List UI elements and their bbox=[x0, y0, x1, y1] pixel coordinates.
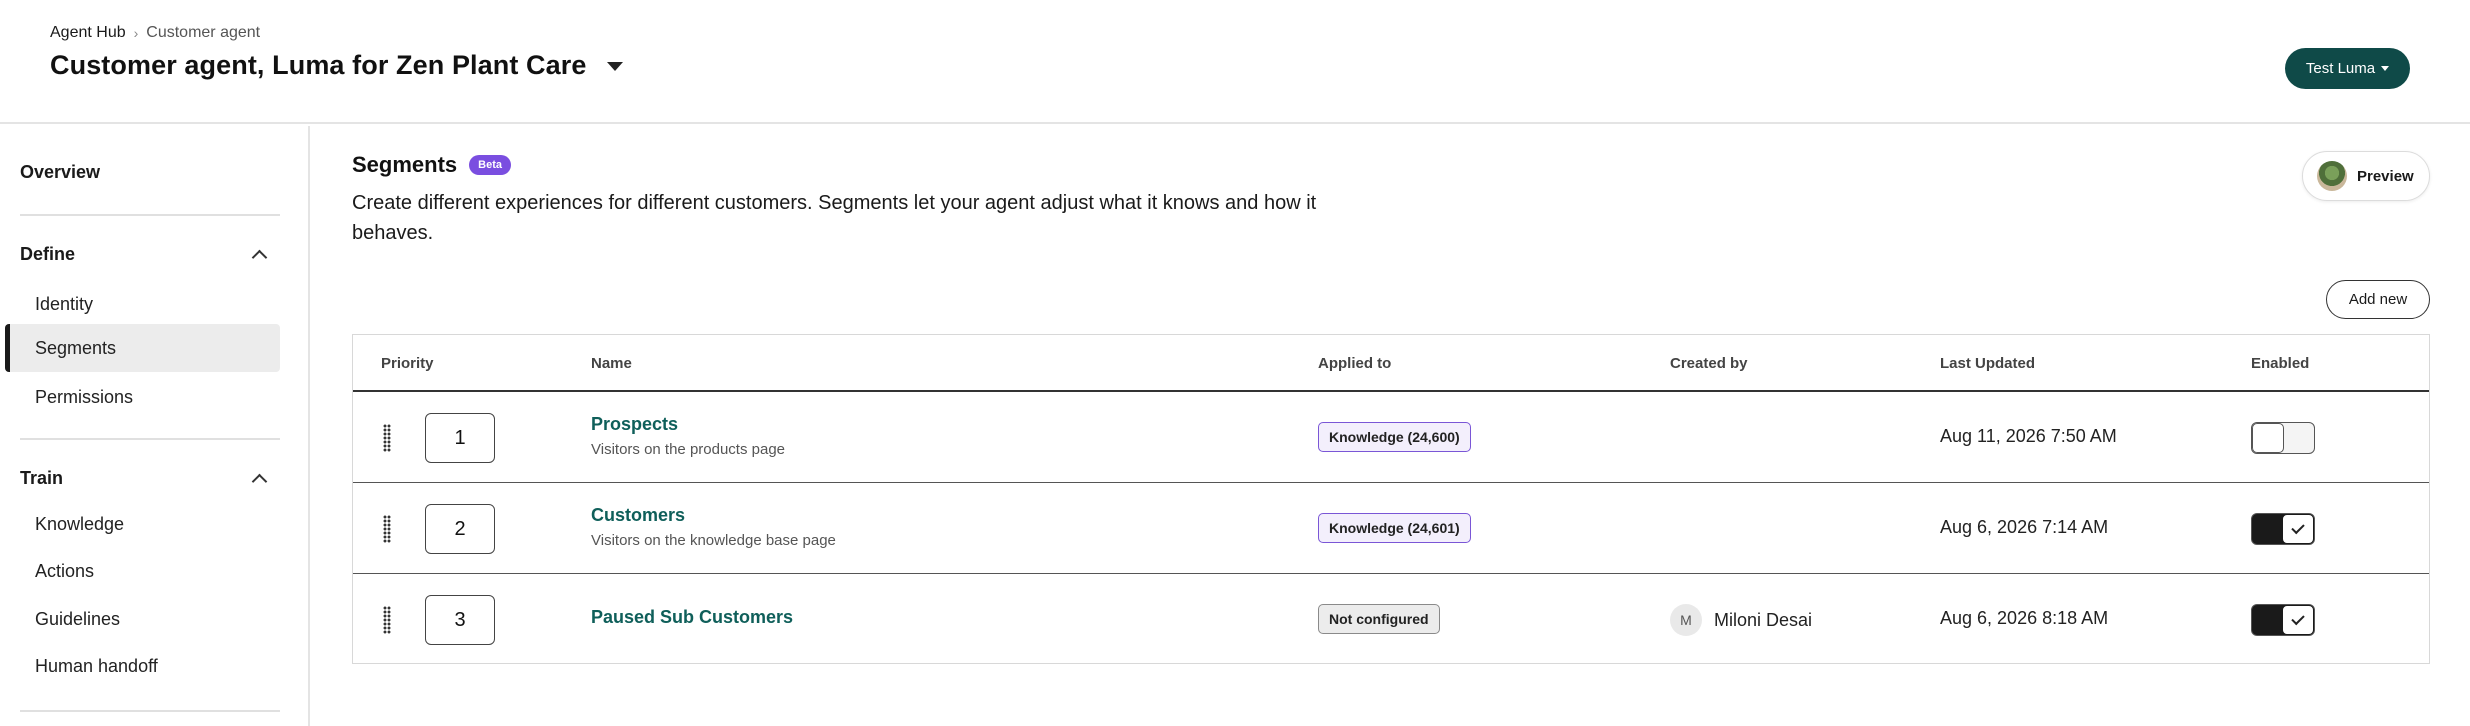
column-header-name: Name bbox=[591, 355, 632, 372]
test-agent-label: Test Luma bbox=[2305, 60, 2376, 77]
sidebar-divider bbox=[20, 438, 280, 440]
applied-to-chip: Not configured bbox=[1318, 604, 1440, 634]
check-icon bbox=[2291, 611, 2305, 626]
creator-name: Miloni Desai bbox=[1714, 609, 1813, 630]
segments-table: Priority Name Applied to Created by Last… bbox=[352, 334, 2430, 664]
sidebar-item-label: Actions bbox=[35, 560, 95, 581]
segment-subtitle: Visitors on the knowledge base page bbox=[591, 532, 836, 549]
sidebar-divider bbox=[20, 710, 280, 712]
segment-name-link[interactable]: Prospects bbox=[591, 414, 678, 435]
beta-badge: Beta bbox=[469, 155, 511, 175]
breadcrumb-separator: › bbox=[133, 25, 139, 41]
drag-handle-icon[interactable] bbox=[383, 606, 391, 634]
table-row: 3 Paused Sub Customers Not configured M … bbox=[353, 574, 2429, 665]
priority-input[interactable]: 2 bbox=[425, 504, 495, 554]
sidebar-item-human-handoff[interactable]: Human handoff bbox=[5, 642, 280, 690]
priority-input[interactable]: 3 bbox=[425, 595, 495, 645]
column-header-priority: Priority bbox=[381, 355, 434, 372]
sidebar-item-label: Human handoff bbox=[35, 655, 158, 676]
column-header-enabled: Enabled bbox=[2251, 355, 2310, 372]
created-by: M Miloni Desai bbox=[1670, 604, 1812, 636]
top-header: Agent Hub › Customer agent Customer agen… bbox=[0, 0, 2470, 124]
applied-to-chip: Knowledge (24,601) bbox=[1318, 513, 1471, 543]
column-header-last-updated: Last Updated bbox=[1940, 355, 2036, 372]
breadcrumb-agent-hub[interactable]: Agent Hub bbox=[50, 24, 126, 42]
avatar: M bbox=[1670, 604, 1702, 636]
segment-name-link[interactable]: Paused Sub Customers bbox=[591, 607, 793, 628]
preview-label: Preview bbox=[2357, 167, 2414, 185]
last-updated: Aug 11, 2026 7:50 AM bbox=[1940, 426, 2117, 446]
segment-subtitle: Visitors on the products page bbox=[591, 441, 786, 458]
sidebar-item-identity[interactable]: Identity bbox=[5, 280, 280, 328]
toggle-knob bbox=[2252, 423, 2284, 453]
chevron-up-icon bbox=[251, 473, 268, 490]
applied-to-chip: Knowledge (24,600) bbox=[1318, 422, 1471, 452]
segments-heading: Segments Beta bbox=[352, 152, 511, 178]
sidebar-section-label: Define bbox=[20, 244, 76, 264]
enabled-toggle[interactable] bbox=[2251, 422, 2315, 454]
check-icon bbox=[2291, 520, 2305, 535]
sidebar-item-segments[interactable]: Segments bbox=[5, 324, 280, 372]
enabled-toggle[interactable] bbox=[2251, 604, 2315, 636]
sidebar-item-permissions[interactable]: Permissions bbox=[5, 373, 280, 421]
enabled-toggle[interactable] bbox=[2251, 513, 2315, 545]
priority-input[interactable]: 1 bbox=[425, 413, 495, 463]
sidebar-divider bbox=[20, 214, 280, 216]
sidebar-section-label: Train bbox=[20, 468, 64, 488]
toggle-knob bbox=[2282, 514, 2314, 544]
sidebar-item-guidelines[interactable]: Guidelines bbox=[5, 595, 280, 643]
column-header-applied-to: Applied to bbox=[1318, 355, 1392, 372]
preview-button[interactable]: Preview bbox=[2302, 151, 2430, 201]
sidebar-item-label: Permissions bbox=[35, 386, 134, 407]
test-agent-button[interactable]: Test Luma bbox=[2285, 48, 2410, 89]
sidebar-item-label: Knowledge bbox=[35, 513, 125, 534]
sidebar-item-label: Guidelines bbox=[35, 608, 121, 629]
sidebar-item-label: Identity bbox=[35, 293, 94, 314]
drag-handle-icon[interactable] bbox=[383, 424, 391, 452]
last-updated: Aug 6, 2026 8:18 AM bbox=[1940, 608, 2109, 628]
toggle-knob bbox=[2282, 605, 2314, 635]
breadcrumb-current: Customer agent bbox=[146, 24, 261, 41]
column-header-created-by: Created by bbox=[1670, 355, 1748, 372]
title-row: Customer agent, Luma for Zen Plant Care bbox=[50, 50, 623, 81]
caret-down-icon[interactable] bbox=[606, 62, 623, 71]
sidebar-item-actions[interactable]: Actions bbox=[5, 547, 280, 595]
page-title: Customer agent, Luma for Zen Plant Care bbox=[50, 50, 587, 80]
caret-down-icon bbox=[2381, 66, 2390, 71]
sidebar-item-knowledge[interactable]: Knowledge bbox=[5, 500, 280, 548]
breadcrumb: Agent Hub › Customer agent bbox=[50, 24, 260, 42]
sidebar-item-overview[interactable]: Overview bbox=[20, 162, 100, 183]
segments-title: Segments bbox=[352, 152, 458, 177]
table-row: 2 Customers Visitors on the knowledge ba… bbox=[353, 483, 2429, 574]
segment-name-link[interactable]: Customers bbox=[591, 505, 685, 526]
chevron-up-icon bbox=[251, 249, 268, 266]
table-row: 1 Prospects Visitors on the products pag… bbox=[353, 392, 2429, 483]
sidebar-item-label: Segments bbox=[35, 337, 117, 358]
add-new-button[interactable]: Add new bbox=[2326, 280, 2430, 319]
sidebar-section-define[interactable]: Define bbox=[20, 244, 268, 266]
drag-handle-icon[interactable] bbox=[383, 515, 391, 543]
last-updated: Aug 6, 2026 7:14 AM bbox=[1940, 517, 2109, 537]
segments-description: Create different experiences for differe… bbox=[352, 192, 1317, 244]
sidebar-section-train[interactable]: Train bbox=[20, 468, 268, 490]
sidebar: Overview Define Identity Segments Permis… bbox=[0, 126, 310, 726]
plant-avatar-icon bbox=[2317, 161, 2347, 191]
